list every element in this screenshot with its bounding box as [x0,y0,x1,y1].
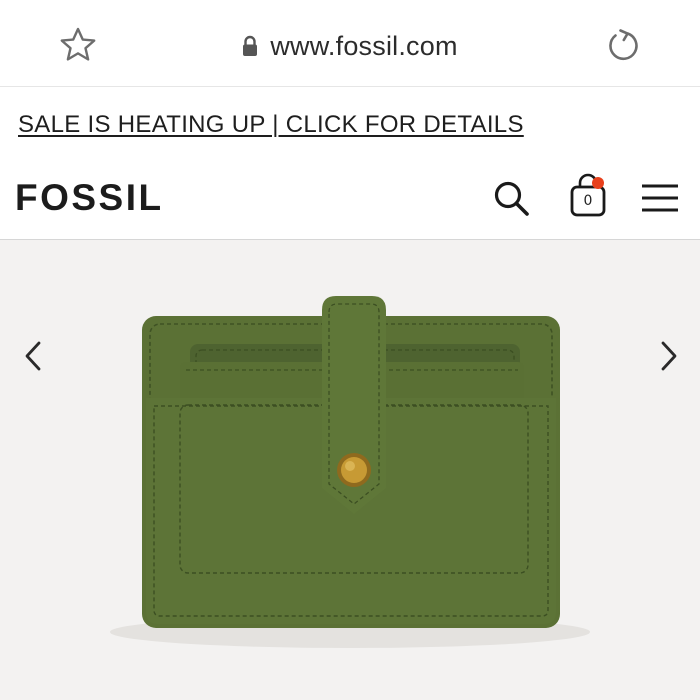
search-button[interactable] [490,177,534,221]
chevron-right-icon [661,341,677,371]
promo-banner: SALE IS HEATING UP | CLICK FOR DETAILS [0,87,700,153]
chevron-left-icon [25,341,41,371]
wallet-product-image[interactable] [0,240,700,700]
menu-button[interactable] [640,179,682,215]
browser-url-bar: www.fossil.com [0,0,700,87]
address-field[interactable]: www.fossil.com [0,26,700,66]
url-text: www.fossil.com [270,30,458,61]
next-image-button[interactable] [654,338,684,374]
previous-image-button[interactable] [20,338,50,374]
search-icon [494,181,529,216]
hamburger-menu-icon [642,184,678,212]
product-gallery [0,240,700,700]
promo-link[interactable]: SALE IS HEATING UP | CLICK FOR DETAILS [18,111,524,139]
reload-button[interactable] [600,25,644,67]
cart-count: 0 [583,193,593,209]
lock-icon [243,35,258,56]
fossil-logo[interactable]: FOSSIL [15,177,164,219]
cart-button[interactable]: 0 [566,173,612,225]
reload-icon [609,29,638,61]
cart-badge [592,177,604,189]
site-header: FOSSIL 0 [0,153,700,240]
